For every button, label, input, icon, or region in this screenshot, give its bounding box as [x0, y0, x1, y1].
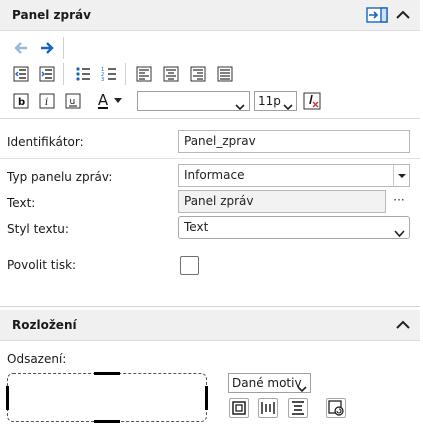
- panel-type-label: Typ panelu zpráv:: [7, 170, 113, 184]
- margin-editor[interactable]: [6, 372, 208, 423]
- chevron-down-icon: [297, 380, 307, 398]
- margin-horizontal-button[interactable]: [258, 398, 278, 418]
- bullet-list-icon: [75, 66, 91, 82]
- undo-button[interactable]: [11, 38, 31, 58]
- clear-format-button[interactable]: [302, 91, 322, 111]
- margin-vertical-button[interactable]: [288, 398, 308, 418]
- text-style-label: Styl textu:: [7, 222, 69, 236]
- text-edit-button[interactable]: ···: [388, 190, 410, 213]
- bold-button[interactable]: b: [11, 91, 31, 111]
- layout-section-header: Rozložení: [0, 310, 420, 341]
- vertical-bars-icon: [259, 402, 277, 420]
- chevron-up-icon[interactable]: [394, 6, 412, 24]
- caret-down-icon: [393, 165, 409, 186]
- decrease-indent-button[interactable]: [11, 64, 31, 84]
- margin-right-handle[interactable]: [205, 386, 208, 410]
- indent-icon: [39, 66, 55, 82]
- text-field[interactable]: Panel zpráv: [178, 190, 386, 213]
- align-right-icon: [190, 66, 206, 82]
- font-size-value: 11p: [258, 94, 281, 108]
- reset-margin-icon: [327, 400, 345, 420]
- margin-label: Odsazení:: [7, 352, 67, 366]
- font-size-select[interactable]: 11p: [254, 91, 297, 111]
- font-family-select[interactable]: [137, 91, 250, 111]
- panel-section-header: Panel zpráv: [0, 0, 420, 31]
- chevron-down-icon: [394, 224, 405, 245]
- allow-print-checkbox[interactable]: [180, 256, 199, 275]
- bullet-list-button[interactable]: [73, 64, 93, 84]
- justify-icon: [217, 66, 233, 82]
- theme-select[interactable]: Dané motiv: [228, 373, 311, 393]
- numbered-list-button[interactable]: 123: [99, 64, 119, 84]
- margin-reset-button[interactable]: [326, 398, 346, 418]
- svg-text:i: i: [45, 97, 48, 108]
- text-label: Text:: [7, 196, 36, 210]
- identifier-label: Identifikátor:: [7, 135, 84, 149]
- panel-type-select[interactable]: Informace: [178, 164, 410, 187]
- svg-text:3: 3: [101, 77, 104, 82]
- arrow-left-icon: [13, 41, 29, 55]
- italic-button[interactable]: i: [37, 91, 57, 111]
- box-margin-icon: [230, 401, 248, 420]
- increase-indent-button[interactable]: [37, 64, 57, 84]
- margin-bottom-handle[interactable]: [94, 420, 120, 423]
- theme-select-value: Dané motiv: [232, 376, 302, 390]
- allow-print-label: Povolit tisk:: [7, 258, 77, 272]
- margin-top-handle[interactable]: [94, 372, 120, 375]
- numbered-list-icon: 123: [101, 66, 117, 82]
- align-left-icon: [136, 66, 152, 82]
- panel-section-title: Panel zpráv: [12, 8, 91, 22]
- bold-icon: b: [13, 93, 29, 109]
- section-divider: [0, 306, 420, 307]
- margin-all-button[interactable]: [229, 398, 249, 418]
- toolbar-divider: [0, 118, 420, 119]
- underline-icon: u: [65, 93, 81, 109]
- justify-button[interactable]: [215, 64, 235, 84]
- align-center-icon: [163, 66, 179, 82]
- font-color-button[interactable]: A: [91, 91, 129, 111]
- toolbar-separator: [125, 63, 126, 85]
- horizontal-bars-icon: [289, 401, 307, 420]
- identifier-value: Panel_zprav: [184, 134, 256, 148]
- text-value: Panel zpráv: [184, 194, 254, 208]
- arrow-right-icon: [39, 41, 55, 55]
- toolbar-separator: [63, 63, 64, 85]
- dock-panel-icon[interactable]: [366, 7, 388, 23]
- align-right-button[interactable]: [188, 64, 208, 84]
- svg-text:b: b: [18, 97, 25, 108]
- align-left-button[interactable]: [134, 64, 154, 84]
- underline-button[interactable]: u: [63, 91, 83, 111]
- outdent-icon: [13, 66, 29, 82]
- text-style-select[interactable]: Text: [178, 216, 410, 239]
- row-divider: [0, 158, 420, 159]
- redo-button[interactable]: [37, 38, 57, 58]
- toolbar-separator: [63, 37, 64, 59]
- identifier-input[interactable]: Panel_zprav: [178, 130, 410, 153]
- panel-type-value: Informace: [184, 168, 245, 182]
- margin-left-handle[interactable]: [6, 386, 9, 410]
- layout-section-title: Rozložení: [12, 318, 77, 332]
- caret-down-icon: [114, 98, 123, 104]
- chevron-up-icon[interactable]: [394, 316, 412, 334]
- italic-icon: i: [39, 93, 55, 109]
- text-style-value: Text: [184, 220, 209, 234]
- chevron-down-icon: [235, 98, 245, 116]
- clear-format-icon: [303, 92, 321, 110]
- ellipsis-icon: ···: [393, 193, 405, 207]
- align-center-button[interactable]: [161, 64, 181, 84]
- chevron-down-icon: [283, 98, 293, 116]
- font-color-icon: A: [97, 91, 109, 109]
